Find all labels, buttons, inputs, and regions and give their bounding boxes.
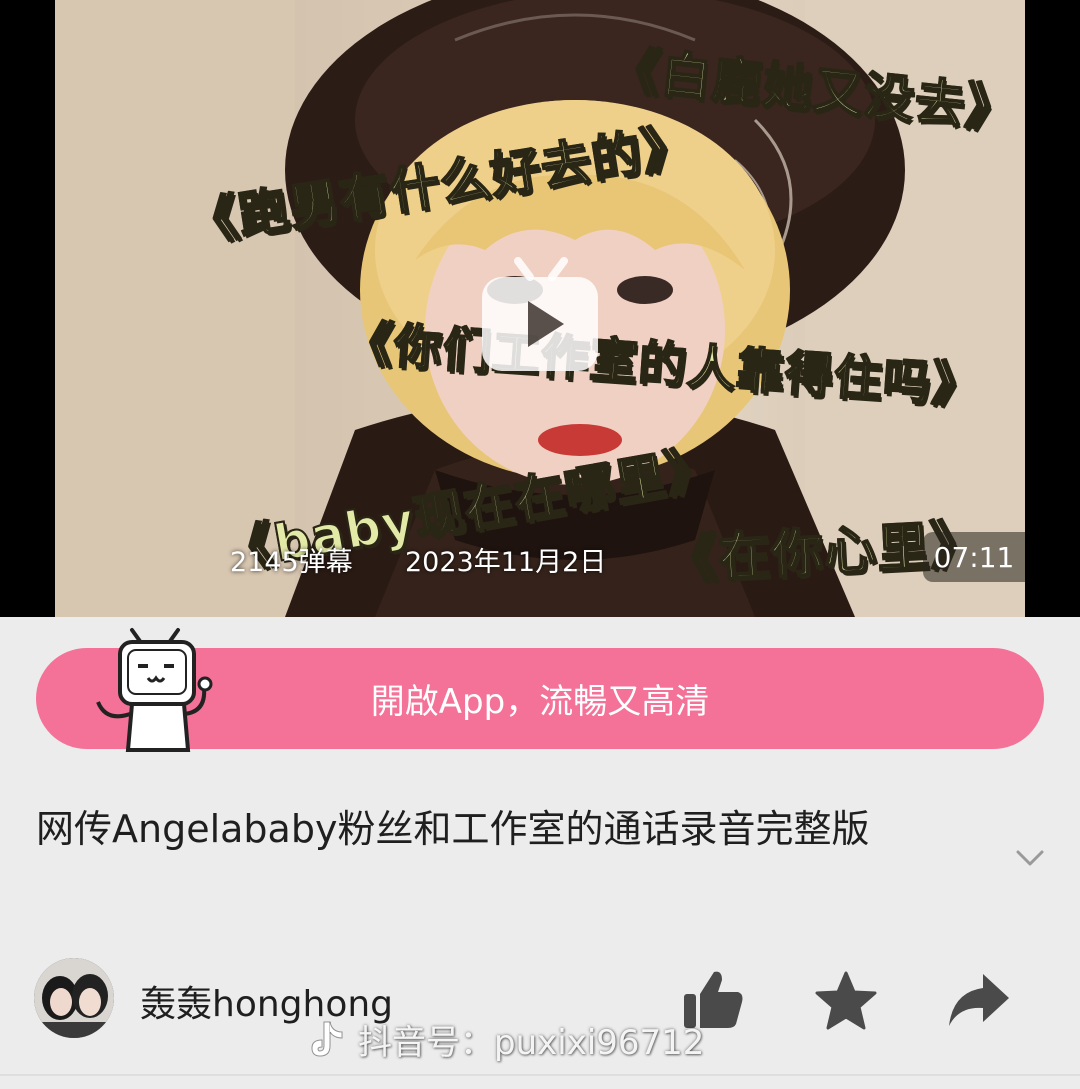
video-player[interactable]: 《白鹿她又没去》 《跑男有什么好去的》 《你们工作室的人靠得住吗》 《baby现… xyxy=(0,0,1080,617)
divider xyxy=(0,1074,1080,1076)
uploader-avatar[interactable] xyxy=(34,958,114,1038)
chevron-down-icon[interactable] xyxy=(1010,838,1050,878)
video-title: 网传Angelababy粉丝和工作室的通话录音完整版 xyxy=(36,807,870,851)
play-icon[interactable] xyxy=(478,255,602,375)
video-page: 《白鹿她又没去》 《跑男有什么好去的》 《你们工作室的人靠得住吗》 《baby现… xyxy=(0,0,1080,1089)
star-icon[interactable] xyxy=(814,970,878,1032)
watermark-text: 抖音号：puxixi96712 xyxy=(358,1023,705,1063)
share-arrow-icon[interactable] xyxy=(945,970,1011,1030)
avatar-image xyxy=(34,958,114,1038)
douyin-logo-icon xyxy=(311,1021,343,1057)
tv-mascot-icon xyxy=(96,628,213,752)
platform-watermark: 抖音号：puxixi96712 xyxy=(306,1015,704,1064)
